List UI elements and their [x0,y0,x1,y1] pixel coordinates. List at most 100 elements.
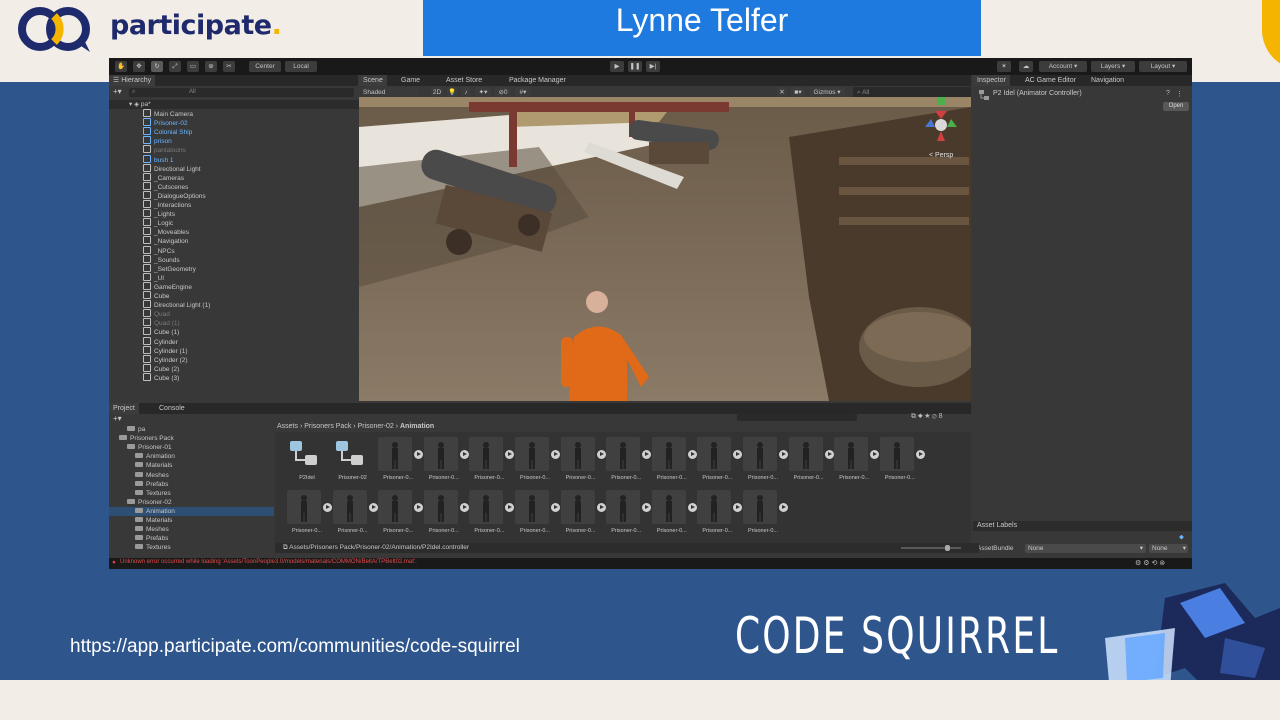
hierarchy-item[interactable]: GameEngine [109,281,192,291]
play-preview-icon[interactable] [687,503,697,512]
play-preview-icon[interactable] [779,503,788,512]
hierarchy-item[interactable]: _Cutscenes [109,181,188,191]
rect-tool-icon[interactable]: ▭ [187,61,199,72]
tab-item[interactable]: Inspector [973,75,1010,86]
open-button[interactable]: Open [1163,102,1189,111]
play-preview-icon[interactable] [505,450,515,459]
hierarchy-item[interactable]: Colonial Ship [109,127,192,136]
hierarchy-item[interactable]: Cube (3) [109,372,179,382]
hierarchy-item[interactable]: _Logic [109,218,173,227]
breadcrumb-item[interactable]: Assets [277,423,298,430]
account-dropdown[interactable]: Account ▾ [1039,61,1087,72]
play-preview-icon[interactable] [459,503,469,512]
play-preview-icon[interactable] [459,450,469,459]
hierarchy-item[interactable]: _DialogueOptions [109,190,206,200]
status-error-message[interactable]: Unknown error occurred while loading 'As… [120,559,417,565]
asset-tile[interactable]: Prisoner-0... [834,437,880,485]
asset-tile[interactable]: P2Idel [287,437,331,485]
asset-tile[interactable]: Prisoner-0... [651,490,697,538]
play-preview-icon[interactable] [642,503,652,512]
thumbnail-size-slider[interactable] [901,545,961,551]
play-preview-icon[interactable] [733,503,743,512]
folder-item[interactable]: Meshes [109,471,274,480]
hierarchy-item[interactable]: pantaloons [109,145,186,154]
asset-tile[interactable]: Prisoner-0... [378,437,424,485]
help-icon[interactable]: ? [1166,90,1170,97]
hierarchy-item[interactable]: Cylinder (2) [109,354,188,364]
play-preview-icon[interactable] [551,450,560,459]
folder-item[interactable]: Textures [109,489,274,498]
hierarchy-item[interactable]: _Cameras [109,172,184,182]
folder-item[interactable]: Textures [109,543,274,551]
move-tool-icon[interactable]: ✥ [133,61,145,72]
folder-item[interactable]: Animation [109,452,274,461]
asset-tile[interactable]: Prisoner-0... [423,490,469,538]
folder-item[interactable]: Animation [109,506,274,516]
tab-item[interactable]: Console [155,403,189,414]
pivot-center-button[interactable]: Center [249,61,281,72]
asset-tile[interactable]: Prisoner-0... [287,490,332,538]
assetbundle-variant-dropdown[interactable]: None ▾ [1149,544,1188,553]
asset-tile[interactable]: Prisoner-0... [469,437,515,485]
asset-tile[interactable]: Prisoner-0... [423,437,469,485]
status-icons[interactable]: ⚙ ⚙ ⟲ ⊛ [1135,559,1165,567]
project-search-input[interactable] [737,414,857,421]
hierarchy-item[interactable]: Cylinder [109,336,178,346]
collab-icon[interactable]: ✶ [997,61,1011,72]
transform-tool-icon[interactable]: ⊕ [205,61,217,72]
hierarchy-item[interactable]: Cube (2) [109,363,179,373]
play-preview-icon[interactable] [414,503,424,512]
folder-item[interactable]: Prisoners Pack [109,434,274,443]
hierarchy-item[interactable]: bush 1 [109,154,174,164]
play-button[interactable]: ▶ [610,61,624,72]
hierarchy-item[interactable]: Cube [109,291,170,300]
hierarchy-item[interactable]: Main Camera [109,109,193,118]
asset-tile[interactable]: Prisoner-0... [651,437,697,485]
asset-tile[interactable]: Prisoner-0... [332,490,378,538]
play-preview-icon[interactable] [733,450,743,459]
community-url[interactable]: https://app.participate.com/communities/… [70,636,520,658]
hierarchy-item[interactable]: _Interactions [109,200,191,209]
play-preview-icon[interactable] [915,450,925,459]
folder-item[interactable]: Prisoner-02 [109,498,274,507]
layout-dropdown[interactable]: Layout ▾ [1139,61,1187,72]
breadcrumb-item[interactable]: Animation [400,423,434,430]
tab-item[interactable]: Project [109,403,139,414]
play-preview-icon[interactable] [870,450,880,459]
breadcrumb-item[interactable]: Prisoner-02 [358,423,394,430]
asset-tile[interactable]: Prisoner-02 [333,437,377,485]
folder-item[interactable]: Prisoner-01 [109,443,274,452]
play-preview-icon[interactable] [323,503,332,512]
pivot-local-button[interactable]: Local [285,61,317,72]
play-preview-icon[interactable] [642,450,652,459]
folder-item[interactable]: Meshes [109,525,274,534]
asset-tile[interactable]: Prisoner-0... [606,437,652,485]
hierarchy-item[interactable]: Cylinder (1) [109,345,188,355]
hierarchy-item[interactable]: Prisoner-02 [109,118,188,127]
asset-tile[interactable]: Prisoner-0... [879,437,925,485]
asset-tile[interactable]: Prisoner-0... [378,490,424,538]
asset-tile[interactable]: Prisoner-0... [469,490,515,538]
folder-item[interactable]: Materials [109,516,274,525]
label-tag-icon[interactable]: ⬥ [1179,534,1184,542]
play-preview-icon[interactable] [596,450,606,459]
hierarchy-item[interactable]: Directional Light (1) [109,300,210,309]
filter-type-icon[interactable]: ⧉ ⬥ ★ ⊘ 8 [911,413,943,421]
scene-root-row[interactable]: ▾ ◈ pa* [109,100,378,109]
hierarchy-item[interactable]: prison [109,136,172,145]
play-preview-icon[interactable] [824,450,834,459]
tab-item[interactable]: Scene [359,75,387,86]
hierarchy-search-input[interactable]: ⌕ All [129,88,354,97]
rotate-tool-icon[interactable]: ↻ [151,61,163,72]
tab-item[interactable]: Navigation [1087,75,1128,86]
folder-item[interactable]: Prefabs [109,534,274,543]
play-preview-icon[interactable] [414,450,424,459]
hierarchy-item[interactable]: _Sounds [109,254,180,264]
hierarchy-item[interactable]: Quad (1) [109,318,180,327]
custom-tool-icon[interactable]: ✂ [223,61,235,72]
folder-item[interactable]: pa [109,425,274,434]
asset-tile[interactable]: Prisoner-0... [515,437,560,485]
play-preview-icon[interactable] [505,503,515,512]
add-object-button[interactable]: +▾ [113,87,122,96]
asset-tile[interactable]: Prisoner-0... [697,437,743,485]
